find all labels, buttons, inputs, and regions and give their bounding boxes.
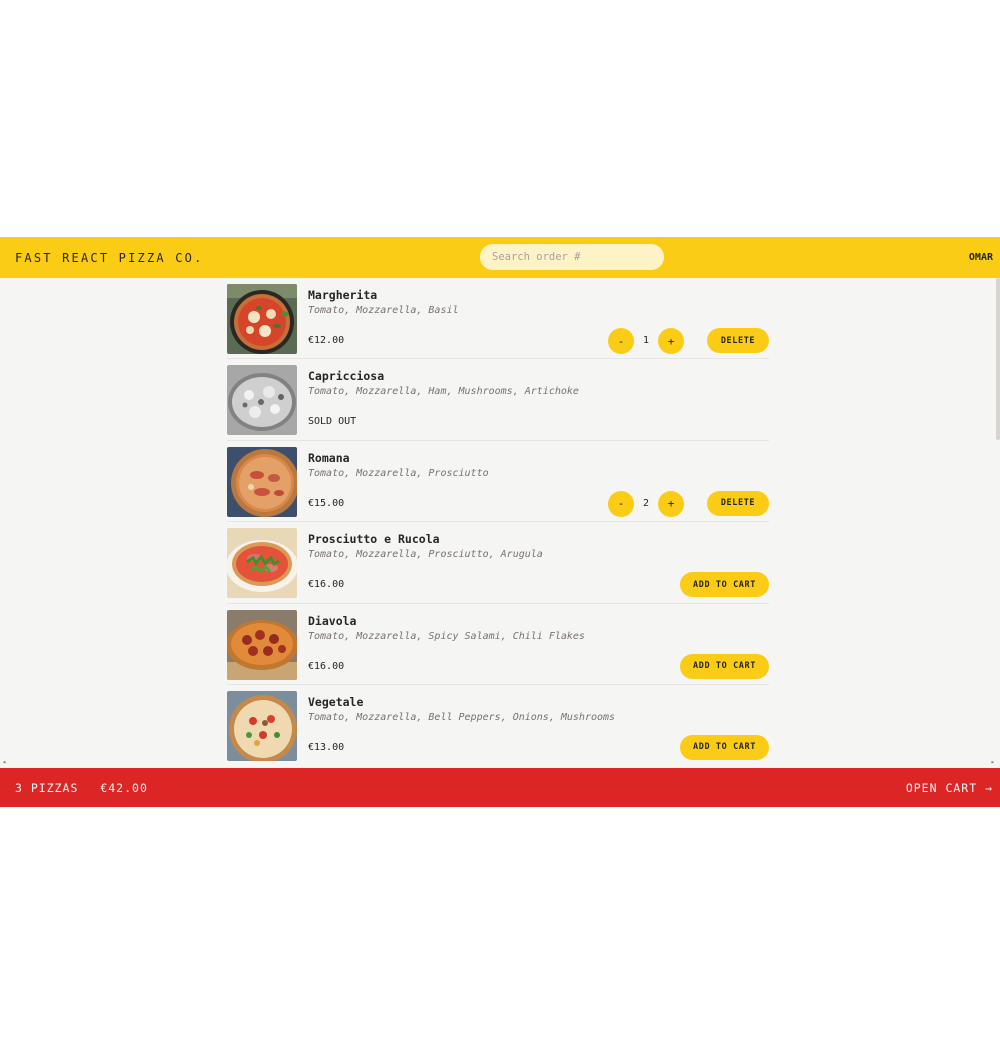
pizza-name: Margherita xyxy=(308,288,378,302)
scroll-left-icon[interactable]: ◂ xyxy=(2,758,6,766)
pizza-price: €16.00 xyxy=(308,579,345,591)
pizza-name: Diavola xyxy=(308,613,357,628)
pizza-image xyxy=(227,690,297,761)
cart-pizza-count: 3 PIZZAS xyxy=(15,780,79,795)
open-cart-link[interactable]: OPEN CART → xyxy=(906,781,993,795)
delete-button[interactable]: DELETE xyxy=(707,328,769,353)
pizza-price: €16.00 xyxy=(308,660,345,672)
add-to-cart-button[interactable]: ADD TO CART xyxy=(680,572,769,598)
pizza-name: Romana xyxy=(308,450,350,465)
pizza-image xyxy=(227,446,297,517)
cart-overview: 3 PIZZAS €42.00 OPEN CART → xyxy=(0,768,1000,807)
app: Fast React Pizza Co. OMAR xyxy=(0,237,1000,807)
quantity-value: 2 xyxy=(642,497,650,509)
header: Fast React Pizza Co. OMAR xyxy=(0,237,1000,278)
pizza-image xyxy=(227,528,297,599)
pizza-image xyxy=(227,609,297,680)
menu-item-prosciutto-e-rucola: Prosciutto e Rucola Tomato, Mozzarella, … xyxy=(227,522,769,604)
pizza-price: €15.00 xyxy=(308,497,345,509)
add-to-cart-button[interactable]: ADD TO CART xyxy=(680,653,769,679)
menu-item-vegetale: Vegetale Tomato, Mozzarella, Bell Pepper… xyxy=(227,685,769,766)
cart-summary: 3 PIZZAS €42.00 xyxy=(15,781,162,795)
menu-area[interactable]: Margherita Tomato, Mozzarella, Basil €12… xyxy=(0,278,1000,768)
decrease-quantity-button[interactable]: - xyxy=(608,490,634,517)
pizza-ingredients: Tomato, Mozzarella, Ham, Mushrooms, Arti… xyxy=(308,386,579,398)
pizza-name: Capricciosa xyxy=(308,369,385,384)
add-to-cart-button[interactable]: ADD TO CART xyxy=(680,734,769,760)
menu-item-diavola: Diavola Tomato, Mozzarella, Spicy Salami… xyxy=(227,604,769,685)
pizza-price: €12.00 xyxy=(308,335,345,346)
pizza-ingredients: Tomato, Mozzarella, Prosciutto xyxy=(308,467,489,479)
pizza-ingredients: Tomato, Mozzarella, Prosciutto, Arugula xyxy=(308,549,543,561)
menu-item-capricciosa: Capricciosa Tomato, Mozzarella, Ham, Mus… xyxy=(227,359,769,441)
menu-item-margherita: Margherita Tomato, Mozzarella, Basil €12… xyxy=(227,278,769,360)
decrease-quantity-button[interactable]: - xyxy=(608,328,634,354)
sold-out-label: SOLD OUT xyxy=(308,416,357,428)
menu-list: Margherita Tomato, Mozzarella, Basil €12… xyxy=(227,278,769,766)
logo[interactable]: Fast React Pizza Co. xyxy=(15,251,204,265)
increase-quantity-button[interactable]: + xyxy=(658,490,684,517)
search-input[interactable] xyxy=(480,244,664,270)
pizza-ingredients: Tomato, Mozzarella, Basil xyxy=(308,305,459,316)
pizza-image xyxy=(227,365,297,436)
increase-quantity-button[interactable]: + xyxy=(658,328,684,354)
pizza-name: Prosciutto e Rucola xyxy=(308,532,440,547)
quantity-value: 1 xyxy=(642,335,650,346)
pizza-image xyxy=(227,284,297,354)
vertical-scrollbar[interactable] xyxy=(996,278,1000,440)
cart-total: €42.00 xyxy=(100,780,148,795)
delete-button[interactable]: DELETE xyxy=(707,490,769,516)
pizza-ingredients: Tomato, Mozzarella, Spicy Salami, Chili … xyxy=(308,630,585,642)
scroll-right-icon[interactable]: ▸ xyxy=(991,758,995,766)
menu-item-romana: Romana Tomato, Mozzarella, Prosciutto €1… xyxy=(227,441,769,523)
pizza-ingredients: Tomato, Mozzarella, Bell Peppers, Onions… xyxy=(308,711,616,723)
username: OMAR xyxy=(968,252,993,263)
pizza-price: €13.00 xyxy=(308,741,345,753)
pizza-name: Vegetale xyxy=(308,694,364,709)
